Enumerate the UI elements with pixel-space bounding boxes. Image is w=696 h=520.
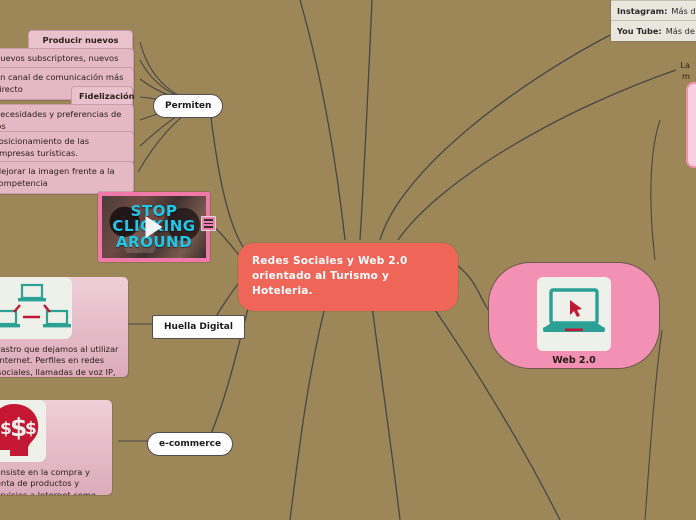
social-stats-table[interactable]: LinkedIn: Más de 20... Instagram: Más de… xyxy=(610,0,696,42)
laptop-cursor-icon xyxy=(537,277,611,351)
play-icon[interactable] xyxy=(145,216,163,238)
stats-name: Instagram: xyxy=(617,5,668,16)
table-row: You Tube: Más de 80... xyxy=(611,21,696,40)
branch-ecommerce[interactable]: e-commerce xyxy=(147,432,234,456)
video-thumbnail[interactable]: STOP CLICKING AROUND xyxy=(98,192,210,262)
leaf-label: Mejorar la imagen frente a la competenci… xyxy=(0,166,115,188)
leaf-label: Fidelización xyxy=(79,91,135,101)
root-title-line-1: Redes Sociales y Web 2.0 xyxy=(252,255,408,267)
stats-value: Más de 9... xyxy=(671,5,696,16)
leaf-label: Posicionamiento de las empresas turístic… xyxy=(0,136,90,158)
right-clipped-text: La m xyxy=(646,60,690,82)
table-row: Instagram: Más de 9... xyxy=(611,1,696,21)
ecommerce-card[interactable]: $ $ $ consiste en la compra y venta de p… xyxy=(0,400,112,495)
root-title-line-2: orientado al Turismo y Hoteleria. xyxy=(252,270,389,298)
right-clipped-node[interactable] xyxy=(686,82,696,168)
money-head-icon: $ $ $ xyxy=(0,400,46,462)
mindmap-canvas[interactable]: Redes Sociales y Web 2.0 orientado al Tu… xyxy=(0,0,696,520)
leaf-label: Necesidades y preferencias de los xyxy=(0,109,122,131)
root-node[interactable]: Redes Sociales y Web 2.0 orientado al Tu… xyxy=(238,243,458,311)
branch-web2[interactable]: Web 2.0 xyxy=(488,262,660,369)
list-icon[interactable] xyxy=(201,216,216,231)
stats-value: Más de 80... xyxy=(665,25,696,36)
stats-name: You Tube: xyxy=(617,25,662,36)
video-frame: STOP CLICKING AROUND xyxy=(102,196,206,258)
ecommerce-caption: consiste en la compra y venta de product… xyxy=(0,467,97,495)
branch-permiten-label: Permiten xyxy=(165,101,212,111)
branch-web2-label: Web 2.0 xyxy=(552,355,596,366)
leaf-mejorar-imagen[interactable]: Mejorar la imagen frente a la competenci… xyxy=(0,161,134,195)
branch-huella-digital[interactable]: Huella Digital xyxy=(152,315,245,339)
right-text-line-2: m xyxy=(682,71,690,82)
right-text-line-1: La xyxy=(680,60,690,70)
leaf-posicionamiento-empresas[interactable]: Posicionamiento de las empresas turístic… xyxy=(0,131,134,165)
huella-digital-card[interactable]: rastro que dejamos al utilizar Internet.… xyxy=(0,277,128,377)
networked-laptops-icon xyxy=(0,277,72,339)
svg-text:$: $ xyxy=(25,419,37,439)
branch-ecommerce-label: e-commerce xyxy=(159,439,222,449)
branch-permiten[interactable]: Permiten xyxy=(153,94,224,118)
huella-digital-caption: rastro que dejamos al utilizar Internet.… xyxy=(0,344,119,377)
branch-huella-digital-label: Huella Digital xyxy=(164,322,233,332)
